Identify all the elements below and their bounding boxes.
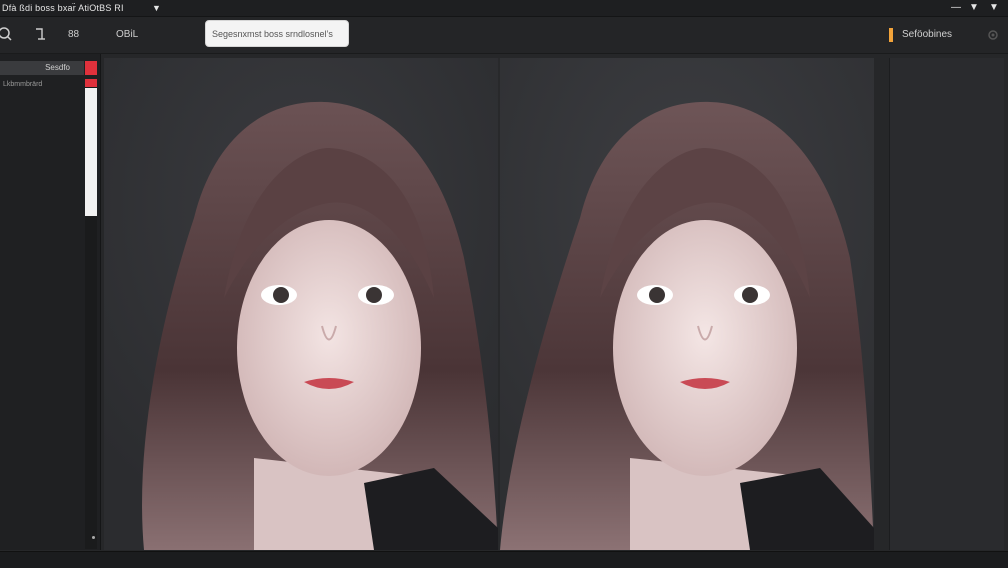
portrait-image-left[interactable] (104, 58, 498, 550)
status-bar (0, 551, 1008, 568)
title-bar: Dfà ßdi boss bxar̈ AtiOtBS RI ▼ — ▼ ▼ (0, 0, 1008, 17)
layer-item[interactable]: Lkbmmbrärd (3, 81, 42, 88)
orange-indicator (889, 28, 893, 42)
right-panel (889, 58, 1004, 550)
panel-header[interactable]: Sesdfo (0, 61, 84, 75)
crop-icon[interactable] (32, 25, 52, 45)
minimize-button[interactable]: — (948, 0, 964, 16)
scrollbar-thumb[interactable] (85, 88, 97, 216)
resize-dot[interactable] (92, 536, 95, 539)
grid-label[interactable]: 88 (68, 29, 79, 40)
dropdown-triangle-icon[interactable]: ▼ (152, 0, 161, 16)
scrollbar-marker (85, 79, 97, 87)
toolbar: 88 OBiL Seföobines (0, 17, 1008, 54)
signal-icon: ▼ (989, 2, 999, 13)
portrait-image-right[interactable] (500, 58, 874, 550)
wifi-icon: ▼ (969, 2, 979, 13)
left-panel: Sesdfo Lkbmmbrärd (0, 54, 101, 550)
gear-icon[interactable] (985, 27, 1001, 43)
settings-label[interactable]: Seföobines (902, 29, 952, 40)
prompt-input[interactable] (205, 20, 349, 47)
search-icon[interactable] (0, 25, 20, 45)
window-title: Dfà ßdi boss bxar̈ AtiOtBS RI (2, 3, 124, 13)
image-canvas[interactable] (104, 58, 874, 550)
red-tab[interactable] (85, 61, 97, 75)
panel-header-label: Sesdfo (45, 63, 70, 72)
tool-label[interactable]: OBiL (116, 29, 138, 40)
